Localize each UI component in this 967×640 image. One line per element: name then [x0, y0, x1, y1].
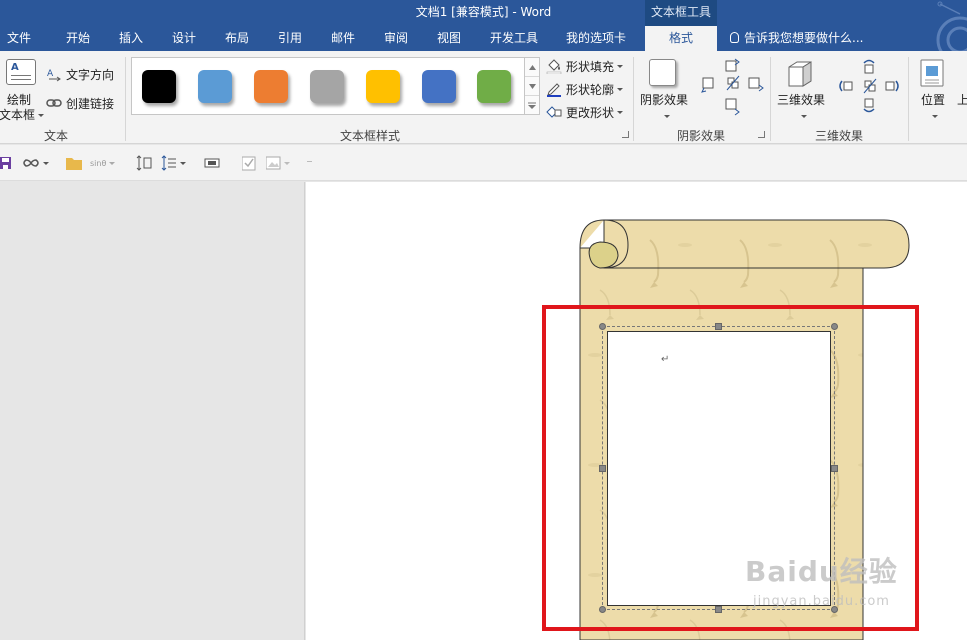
highlight-annotation-frame: [542, 305, 919, 631]
